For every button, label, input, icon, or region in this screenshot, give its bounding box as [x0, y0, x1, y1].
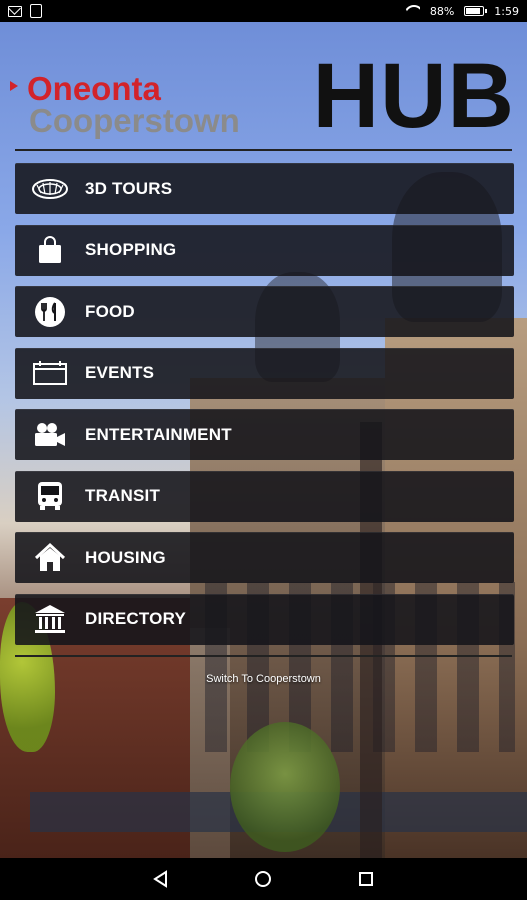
- clock: 1:59: [494, 4, 519, 18]
- menu-item-food[interactable]: FOOD: [15, 286, 514, 337]
- tours-icon: [15, 163, 85, 214]
- menu-item-label: DIRECTORY: [85, 609, 186, 628]
- menu-item-label: TRANSIT: [85, 486, 161, 505]
- menu-item-3d-tours[interactable]: 3D TOURS: [15, 163, 514, 214]
- app-header: Oneonta Cooperstown HUB: [10, 44, 515, 154]
- events-icon: [15, 348, 85, 399]
- house-icon: [15, 532, 85, 583]
- system-nav-bar: [0, 858, 527, 900]
- menu-item-events[interactable]: EVENTS: [15, 347, 514, 399]
- wifi-icon: [404, 5, 420, 17]
- menu-item-transit[interactable]: TRANSIT: [15, 470, 514, 522]
- app-screen: Oneonta Cooperstown HUB 3D TOURS SHOPPIN…: [0, 22, 527, 858]
- home-icon[interactable]: [248, 864, 278, 894]
- menu-item-directory[interactable]: DIRECTORY: [15, 593, 514, 645]
- menu-item-shopping[interactable]: SHOPPING: [15, 224, 514, 276]
- shopping-bag-icon: [15, 225, 85, 276]
- menu-item-label: HOUSING: [85, 547, 166, 567]
- menu-item-label: FOOD: [85, 301, 135, 321]
- battery-percent: 88%: [429, 4, 455, 18]
- food-icon: [15, 286, 85, 337]
- menu-divider: [15, 655, 512, 657]
- menu-item-housing[interactable]: HOUSING: [15, 532, 514, 583]
- bus-icon: [15, 471, 85, 522]
- back-icon[interactable]: [146, 864, 176, 894]
- status-bar: 88% 1:59: [0, 0, 527, 22]
- header-divider: [15, 149, 512, 151]
- directory-icon: [15, 594, 85, 645]
- mail-icon: [8, 5, 22, 17]
- menu-item-label: ENTERTAINMENT: [85, 424, 232, 444]
- camera-icon: [15, 409, 85, 460]
- battery-icon: [464, 6, 488, 16]
- menu-item-label: SHOPPING: [85, 240, 177, 259]
- recents-icon[interactable]: [351, 864, 381, 894]
- logo-hub: HUB: [312, 45, 515, 147]
- menu-item-label: EVENTS: [85, 363, 155, 382]
- switch-city-link[interactable]: Switch To Cooperstown: [0, 673, 527, 685]
- main-menu: 3D TOURS SHOPPING FOOD EVENTS ENTERTAINM…: [15, 163, 514, 655]
- menu-item-label: 3D TOURS: [85, 178, 173, 198]
- menu-item-entertainment[interactable]: ENTERTAINMENT: [15, 409, 514, 460]
- background-tree: [230, 722, 340, 852]
- bag-icon: [30, 4, 42, 18]
- logo-cooperstown: Cooperstown: [29, 102, 240, 139]
